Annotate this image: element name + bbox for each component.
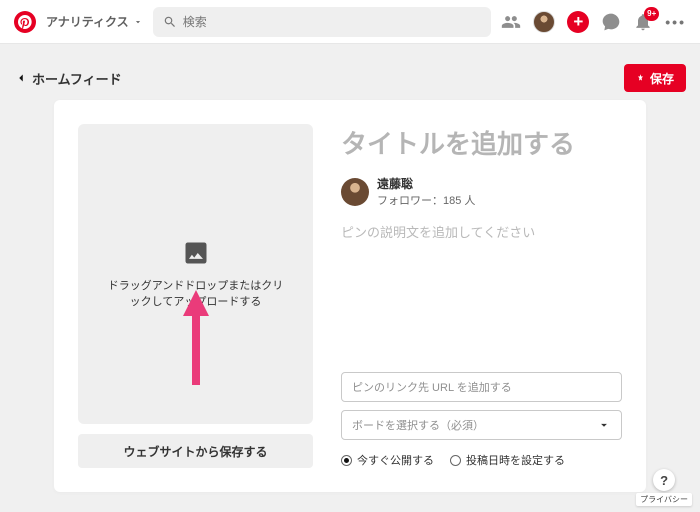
save-from-website-button[interactable]: ウェブサイトから保存する bbox=[78, 434, 313, 468]
back-crumb[interactable]: ホームフィード bbox=[14, 69, 122, 88]
people-icon[interactable] bbox=[501, 12, 521, 32]
board-select[interactable]: ボードを選択する（必須） bbox=[341, 410, 622, 440]
chevron-left-icon bbox=[14, 71, 28, 85]
notifications-icon[interactable]: 9+ bbox=[633, 12, 653, 32]
author-row: 遠藤聡 フォロワー：185 人 bbox=[341, 175, 622, 208]
back-label: ホームフィード bbox=[32, 69, 122, 88]
create-pin-card: ドラッグアンドドロップまたはクリックしてアップロードする ウェブサイトから保存す… bbox=[54, 100, 646, 492]
analytics-label: アナリティクス bbox=[46, 13, 129, 30]
website-button-label: ウェブサイトから保存する bbox=[123, 443, 267, 460]
publish-options: 今すぐ公開する 投稿日時を設定する bbox=[341, 452, 622, 468]
schedule-radio[interactable]: 投稿日時を設定する bbox=[450, 452, 565, 468]
page-body: ホームフィード 保存 ドラッグアンドドロップまたはクリックしてアップロードする … bbox=[0, 44, 700, 492]
publish-now-label: 今すぐ公開する bbox=[357, 452, 434, 468]
avatar-small[interactable] bbox=[533, 11, 555, 33]
pinterest-logo[interactable] bbox=[14, 11, 36, 33]
upload-dropzone[interactable]: ドラッグアンドドロップまたはクリックしてアップロードする bbox=[78, 124, 313, 424]
pinterest-icon bbox=[18, 15, 32, 29]
privacy-label[interactable]: プライバシー bbox=[636, 493, 692, 506]
analytics-dropdown[interactable]: アナリティクス bbox=[46, 13, 143, 30]
search-icon bbox=[163, 15, 177, 29]
crumb-bar: ホームフィード 保存 bbox=[14, 64, 686, 92]
description-input[interactable]: ピンの説明文を追加してください bbox=[341, 222, 622, 241]
author-name: 遠藤聡 bbox=[377, 175, 475, 192]
save-label: 保存 bbox=[650, 70, 674, 87]
add-button[interactable]: + bbox=[567, 11, 589, 33]
messages-icon[interactable] bbox=[601, 12, 621, 32]
board-placeholder: ボードを選択する（必須） bbox=[352, 417, 484, 433]
title-input[interactable]: タイトルを追加する bbox=[341, 124, 622, 161]
search-input[interactable]: 検索 bbox=[153, 7, 492, 37]
avatar[interactable] bbox=[341, 178, 369, 206]
notification-badge: 9+ bbox=[644, 7, 659, 21]
save-button[interactable]: 保存 bbox=[624, 64, 686, 92]
publish-now-radio[interactable]: 今すぐ公開する bbox=[341, 452, 434, 468]
radio-dot-icon bbox=[341, 455, 352, 466]
url-input[interactable]: ピンのリンク先 URL を追加する bbox=[341, 372, 622, 402]
topbar-right: + 9+ ••• bbox=[501, 11, 686, 33]
chevron-down-icon bbox=[597, 418, 611, 432]
pin-icon bbox=[636, 72, 645, 84]
form-column: タイトルを追加する 遠藤聡 フォロワー：185 人 ピンの説明文を追加してくださ… bbox=[341, 124, 622, 468]
upload-column: ドラッグアンドドロップまたはクリックしてアップロードする ウェブサイトから保存す… bbox=[78, 124, 313, 468]
url-placeholder: ピンのリンク先 URL を追加する bbox=[352, 379, 512, 395]
radio-dot-icon bbox=[450, 455, 461, 466]
chevron-down-icon bbox=[133, 17, 143, 27]
help-button[interactable]: ? bbox=[653, 469, 675, 491]
schedule-label: 投稿日時を設定する bbox=[466, 452, 565, 468]
privacy-corner: ? プライバシー bbox=[636, 469, 692, 506]
more-menu[interactable]: ••• bbox=[665, 14, 686, 30]
top-bar: アナリティクス 検索 + 9+ ••• bbox=[0, 0, 700, 44]
image-icon bbox=[182, 239, 210, 267]
search-placeholder: 検索 bbox=[183, 13, 207, 30]
dropzone-text: ドラッグアンドドロップまたはクリックしてアップロードする bbox=[104, 277, 287, 309]
followers-count: フォロワー：185 人 bbox=[377, 192, 475, 208]
